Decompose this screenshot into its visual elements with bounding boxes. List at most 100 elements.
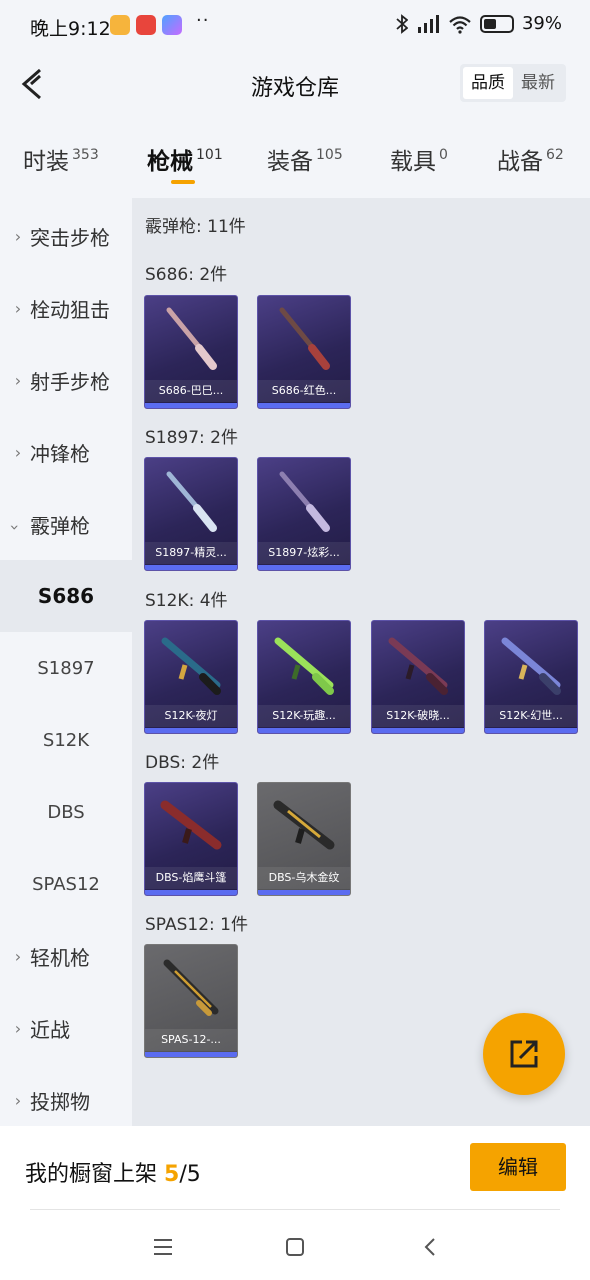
sidebar-item-label: 栓动狙击 [30, 297, 110, 322]
rarity-bar [145, 403, 237, 408]
sidebar-item-marksman-rifle[interactable]: › 射手步枪 [0, 344, 132, 416]
item-name: S686-红色... [258, 380, 350, 402]
showcase-label: 我的橱窗上架 [25, 1162, 164, 1187]
sidebar-item-lmg[interactable]: › 轻机枪 [0, 920, 132, 992]
section-title: 霰弹枪: 11件 [145, 217, 246, 237]
sidebar-item-assault-rifle[interactable]: › 突击步枪 [0, 200, 132, 272]
sidebar: › 突击步枪 › 栓动狙击 › 射手步枪 › 冲锋枪 › 霰弹枪 S686 S1… [0, 198, 132, 1126]
sidebar-sub-spas12[interactable]: SPAS12 [0, 848, 132, 920]
shotgun-icon [160, 800, 222, 850]
chevron-right-icon: › [14, 1090, 22, 1110]
sidebar-item-bolt-sniper[interactable]: › 栓动狙击 [0, 272, 132, 344]
tab-firearms[interactable]: 枪械 101 [147, 142, 223, 176]
wifi-icon [449, 15, 471, 34]
sidebar-sub-dbs[interactable]: DBS [0, 776, 132, 848]
battery-percent: 39% [521, 13, 562, 34]
chevron-right-icon: › [14, 226, 22, 246]
tab-equipment[interactable]: 装备 105 [267, 142, 343, 176]
status-right: 39% [396, 13, 562, 34]
chevron-right-icon: › [14, 298, 22, 318]
system-nav-bar [0, 1214, 590, 1280]
sidebar-item-label: 突击步枪 [30, 225, 110, 250]
share-button[interactable] [483, 1013, 565, 1095]
item-card[interactable]: S686-红色... [257, 295, 351, 409]
tab-count: 62 [546, 147, 564, 163]
tab-label: 载具 [390, 149, 436, 175]
item-card[interactable]: S12K-破晓... [371, 620, 465, 734]
sidebar-sub-s1897[interactable]: S1897 [0, 632, 132, 704]
group-label: SPAS12: 1件 [145, 915, 248, 935]
item-card[interactable]: S12K-玩趣... [257, 620, 351, 734]
sidebar-item-label: 霰弹枪 [30, 513, 90, 538]
news-app-icon [136, 15, 156, 35]
item-card[interactable]: S1897-精灵... [144, 457, 238, 571]
rarity-bar [485, 728, 577, 733]
chevron-down-icon: › [5, 523, 25, 531]
item-name: S12K-玩趣... [258, 705, 350, 727]
shotgun-icon [388, 637, 448, 695]
sidebar-item-shotgun[interactable]: › 霰弹枪 [0, 488, 132, 560]
item-grid: 霰弹枪: 11件 S686: 2件 S686-巴巳... S686-红色... … [132, 198, 590, 1126]
tab-supplies[interactable]: 战备 62 [497, 142, 564, 176]
group-label: S686: 2件 [145, 265, 228, 285]
showcase-status: 我的橱窗上架 5/5 [25, 1156, 201, 1188]
chevron-right-icon: › [14, 442, 22, 462]
rarity-bar [258, 565, 350, 570]
item-card[interactable]: DBS-乌木金纹 [257, 782, 351, 896]
chevron-right-icon: › [14, 1018, 22, 1038]
rarity-bar [258, 890, 350, 895]
sidebar-item-label: 冲锋枪 [30, 441, 90, 466]
item-card[interactable]: DBS-焰鹰斗篷 [144, 782, 238, 896]
sidebar-sub-s12k[interactable]: S12K [0, 704, 132, 776]
shotgun-icon [279, 471, 330, 532]
tab-count: 0 [439, 147, 448, 163]
showcase-total: /5 [179, 1162, 201, 1187]
rarity-bar [145, 728, 237, 733]
sort-by-latest[interactable]: 最新 [513, 67, 563, 99]
tab-label: 时装 [23, 149, 69, 175]
item-name: S12K-破晓... [372, 705, 464, 727]
sidebar-item-label: 投掷物 [30, 1089, 90, 1114]
item-name: S686-巴巳... [145, 380, 237, 402]
sidebar-item-label: 轻机枪 [30, 945, 90, 970]
back-icon[interactable] [416, 1232, 446, 1262]
edit-button[interactable]: 编辑 [470, 1143, 566, 1191]
share-icon [510, 1040, 538, 1068]
shotgun-icon [166, 471, 217, 532]
assistant-app-icon [162, 15, 182, 35]
divider [30, 1209, 560, 1210]
showcase-bar: 我的橱窗上架 5/5 编辑 [0, 1126, 590, 1214]
item-name: S12K-夜灯 [145, 705, 237, 727]
sidebar-item-melee[interactable]: › 近战 [0, 992, 132, 1064]
shotgun-icon [166, 307, 217, 370]
item-card[interactable]: S686-巴巳... [144, 295, 238, 409]
chevron-right-icon: › [14, 370, 22, 390]
tab-count: 101 [196, 147, 223, 163]
item-card[interactable]: S12K-幻世... [484, 620, 578, 734]
notification-app-icon [110, 15, 130, 35]
sort-by-quality[interactable]: 品质 [463, 67, 513, 99]
battery-icon [479, 14, 514, 33]
tab-label: 战备 [497, 149, 543, 175]
sidebar-item-smg[interactable]: › 冲锋枪 [0, 416, 132, 488]
item-card[interactable]: S1897-炫彩... [257, 457, 351, 571]
sidebar-item-label: 近战 [30, 1017, 70, 1042]
tab-vehicles[interactable]: 载具 0 [390, 142, 448, 176]
shotgun-icon [161, 637, 221, 695]
home-icon[interactable] [280, 1232, 310, 1262]
shotgun-icon [279, 307, 330, 370]
menu-icon[interactable] [148, 1232, 178, 1262]
rarity-bar [258, 728, 350, 733]
tab-count: 105 [316, 147, 343, 163]
tab-fashion[interactable]: 时装 353 [23, 142, 99, 176]
item-card[interactable]: S12K-夜灯 [144, 620, 238, 734]
item-card[interactable]: SPAS-12-... [144, 944, 238, 1058]
tab-label: 装备 [267, 149, 313, 175]
sidebar-sub-s686[interactable]: S686 [0, 560, 132, 632]
active-tab-indicator [171, 180, 195, 184]
shotgun-icon [274, 637, 334, 695]
rarity-bar [145, 890, 237, 895]
more-notifications-icon: ·· [196, 10, 210, 31]
group-label: S12K: 4件 [145, 591, 228, 611]
tab-count: 353 [72, 147, 99, 163]
